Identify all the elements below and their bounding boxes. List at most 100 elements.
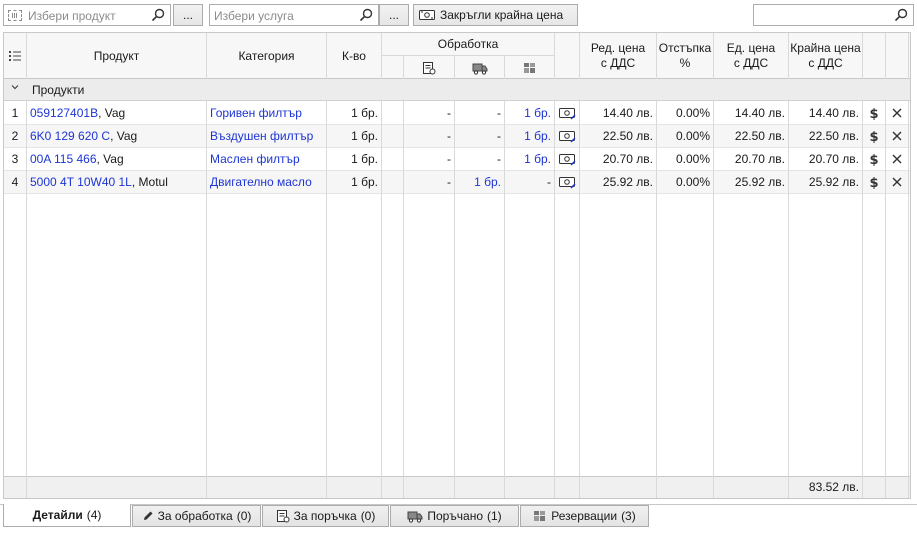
grid-header: Продукт Категория К-во Обработка Ред. це…: [4, 33, 910, 79]
total-final-price: 83.52 лв.: [808, 480, 859, 494]
category-link[interactable]: Горивен филтър: [210, 102, 326, 124]
final-price-cell[interactable]: 20.70 лв.: [789, 148, 862, 170]
unit-price-cell[interactable]: 22.50 лв.: [714, 125, 788, 147]
reserved-cell[interactable]: 1 бр.: [505, 125, 554, 147]
close-icon[interactable]: [886, 102, 908, 124]
regular-price-cell: 14.40 лв.: [602, 106, 653, 120]
product-selector[interactable]: Избери продукт: [3, 4, 171, 26]
toolbar: Избери продукт ... Избери услуга ... Зак…: [3, 3, 914, 27]
tab-label: Резервации: [551, 509, 618, 523]
product-brand: , Motul: [131, 175, 168, 189]
product-code-link[interactable]: 6K0 129 620 C: [30, 129, 110, 143]
service-browse-button[interactable]: ...: [379, 4, 409, 26]
search-icon[interactable]: [357, 6, 375, 24]
close-icon[interactable]: [886, 171, 908, 193]
product-brand: , Vag: [98, 106, 126, 120]
tab-count: (4): [86, 508, 102, 522]
order-icon: [276, 509, 290, 523]
search-icon[interactable]: [149, 6, 167, 24]
header-qty[interactable]: К-во: [327, 33, 381, 79]
tab-label: Поръчано: [427, 509, 484, 523]
header-product[interactable]: Продукт: [27, 33, 206, 79]
final-price-cell[interactable]: 22.50 лв.: [789, 125, 862, 147]
tab-count: (3): [621, 509, 636, 523]
header-final-price[interactable]: Крайна цена с ДДС: [789, 33, 862, 79]
products-grid: Продукт Категория К-во Обработка Ред. це…: [3, 32, 911, 499]
to-process-cell: -: [447, 152, 451, 166]
tab-to-process[interactable]: За обработка (0): [132, 505, 261, 527]
unit-price-cell[interactable]: 14.40 лв.: [714, 102, 788, 124]
tab-label: За поръчка: [293, 509, 357, 523]
product-code-link[interactable]: 00A 115 466: [30, 152, 97, 166]
tab-count: (1): [487, 509, 502, 523]
reservation-icon: [505, 56, 554, 79]
dollar-icon[interactable]: $: [863, 171, 885, 193]
final-price-cell[interactable]: 14.40 лв.: [789, 102, 862, 124]
tab-details[interactable]: Детайли (4): [3, 504, 131, 527]
row-number: 3: [11, 152, 19, 166]
product-code-link[interactable]: 059127401B: [30, 106, 98, 120]
table-row[interactable]: 4 5000 4T 10W40 1L, Motul Двигателно масло…: [4, 171, 910, 194]
header-category[interactable]: Категория: [207, 33, 326, 79]
group-label: Продукти: [32, 83, 85, 97]
round-final-price-button[interactable]: Закръгли крайна цена: [413, 4, 578, 26]
header-discount[interactable]: Отстъпка %: [657, 33, 713, 79]
product-cell: 00A 115 466, Vag: [30, 148, 206, 170]
unit-price-cell[interactable]: 25.92 лв.: [714, 171, 788, 193]
chevron-down-icon[interactable]: [10, 82, 20, 92]
product-browse-button[interactable]: ...: [173, 4, 203, 26]
dollar-icon[interactable]: $: [863, 148, 885, 170]
dollar-icon[interactable]: $: [863, 125, 885, 147]
row-number: 2: [11, 129, 19, 143]
close-icon[interactable]: [886, 125, 908, 147]
unit-price-cell[interactable]: 20.70 лв.: [714, 148, 788, 170]
column-chooser-icon[interactable]: [4, 33, 26, 79]
svg-text:$: $: [869, 130, 878, 143]
category-link[interactable]: Маслен филтър: [210, 148, 326, 170]
svg-text:$: $: [869, 107, 878, 120]
product-code-link[interactable]: 5000 4T 10W40 1L: [30, 175, 132, 189]
regular-price-cell: 22.50 лв.: [602, 129, 653, 143]
price-tag-icon[interactable]: [555, 171, 579, 193]
header-unit-price[interactable]: Ед. цена с ДДС: [714, 33, 788, 79]
reserved-cell: -: [547, 175, 551, 189]
table-row[interactable]: 2 6K0 129 620 C, Vag Въздушен филтър 1 бр. -…: [4, 125, 910, 148]
header-processing: Обработка: [382, 33, 554, 56]
price-tag-icon[interactable]: [555, 102, 579, 124]
category-link[interactable]: Двигателно масло: [210, 171, 326, 193]
svg-text:$: $: [869, 176, 878, 189]
tab-count: (0): [236, 509, 252, 523]
tab-reservations[interactable]: Резервации (3): [520, 505, 649, 527]
dollar-icon[interactable]: $: [863, 102, 885, 124]
group-row-products[interactable]: Продукти: [4, 79, 910, 101]
tab-count: (0): [360, 509, 376, 523]
product-brand: , Vag: [110, 129, 138, 143]
discount-cell[interactable]: 0.00%: [657, 125, 713, 147]
reserved-cell[interactable]: 1 бр.: [505, 148, 554, 170]
qty-cell[interactable]: 1 бр.: [327, 171, 381, 193]
close-icon[interactable]: [886, 148, 908, 170]
ordered-cell: -: [497, 106, 501, 120]
to-process-cell: -: [447, 175, 451, 189]
reserved-cell[interactable]: 1 бр.: [505, 102, 554, 124]
table-row[interactable]: 1 059127401B, Vag Горивен филтър 1 бр. - -1 б…: [4, 102, 910, 125]
service-selector[interactable]: Избери услуга: [209, 4, 379, 26]
discount-cell[interactable]: 0.00%: [657, 148, 713, 170]
qty-cell[interactable]: 1 бр.: [327, 102, 381, 124]
tab-ordered[interactable]: Поръчано (1): [390, 505, 519, 527]
price-tag-icon[interactable]: [555, 125, 579, 147]
tab-to-order[interactable]: За поръчка (0): [262, 505, 389, 527]
qty-cell[interactable]: 1 бр.: [327, 148, 381, 170]
category-link[interactable]: Въздушен филтър: [210, 125, 326, 147]
final-price-cell[interactable]: 25.92 лв.: [789, 171, 862, 193]
price-tag-icon[interactable]: [555, 148, 579, 170]
qty-cell[interactable]: 1 бр.: [327, 125, 381, 147]
discount-cell[interactable]: 0.00%: [657, 171, 713, 193]
table-row[interactable]: 3 00A 115 466, Vag Маслен филтър 1 бр. - -1 б…: [4, 148, 910, 171]
ordered-cell[interactable]: 1 бр.: [455, 171, 504, 193]
header-regular-price[interactable]: Ред. цена с ДДС: [580, 33, 656, 79]
bottom-tabs: Детайли (4) За обработка (0) За поръчка (0) По…: [0, 504, 917, 533]
discount-cell[interactable]: 0.00%: [657, 102, 713, 124]
grid-search-input[interactable]: [753, 4, 914, 26]
search-icon[interactable]: [892, 6, 910, 24]
